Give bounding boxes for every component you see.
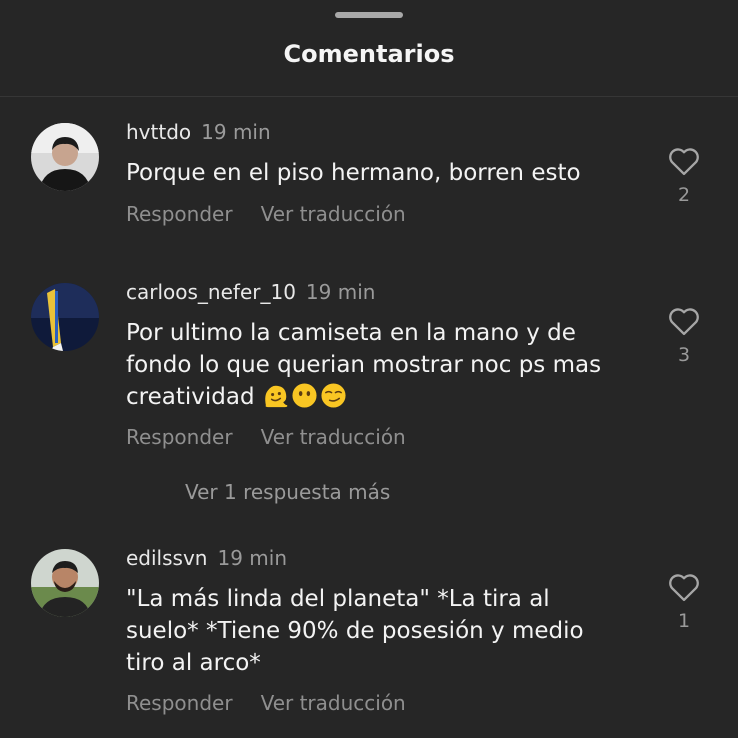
like-count: 3	[677, 344, 691, 366]
comment-time: 19 min	[201, 120, 271, 144]
comment-actions: Responder Ver traducción	[126, 202, 406, 226]
comment-meta: hvttdo 19 min	[126, 120, 271, 144]
reply-button[interactable]: Responder	[126, 425, 233, 449]
sheet-title: Comentarios	[283, 40, 455, 68]
avatar[interactable]	[31, 123, 99, 191]
comment-actions: Responder Ver traducción	[126, 425, 406, 449]
comment-text: Porque en el piso hermano, borren esto	[126, 160, 581, 186]
comment-username[interactable]: hvttdo	[126, 120, 191, 144]
heart-icon[interactable]	[667, 146, 701, 176]
comment-text: "La más linda del planeta" *La tira al s…	[126, 586, 584, 676]
reply-button[interactable]: Responder	[126, 202, 233, 226]
smirking-face-emoji	[321, 383, 346, 408]
like-count: 2	[677, 184, 691, 206]
like-control: 3	[664, 306, 704, 366]
heart-icon[interactable]	[667, 572, 701, 602]
comment-actions: Responder Ver traducción	[126, 691, 406, 715]
comment-text: Por ultimo la camiseta en la mano y de f…	[126, 317, 626, 413]
comment-username[interactable]: edilssvn	[126, 546, 207, 570]
comment-meta: carloos_nefer_10 19 min	[126, 280, 375, 304]
like-control: 2	[664, 146, 704, 206]
comment-username[interactable]: carloos_nefer_10	[126, 280, 296, 304]
see-translation-button[interactable]: Ver traducción	[261, 691, 406, 715]
see-translation-button[interactable]: Ver traducción	[261, 425, 406, 449]
avatar[interactable]	[31, 549, 99, 617]
see-translation-button[interactable]: Ver traducción	[261, 202, 406, 226]
view-more-replies-button[interactable]: Ver 1 respuesta más	[185, 480, 390, 504]
heart-icon[interactable]	[667, 306, 701, 336]
comment-meta: edilssvn 19 min	[126, 546, 287, 570]
melting-face-emoji	[265, 385, 288, 408]
header-divider	[0, 96, 738, 97]
comment-time: 19 min	[305, 280, 376, 304]
drag-handle[interactable]	[335, 12, 403, 18]
avatar[interactable]	[31, 283, 99, 351]
like-count: 1	[677, 610, 691, 632]
face-without-mouth-emoji	[292, 383, 317, 408]
comment-text-content: Por ultimo la camiseta en la mano y de f…	[126, 320, 602, 410]
like-control: 1	[664, 572, 704, 632]
comment-time: 19 min	[217, 546, 287, 570]
reply-button[interactable]: Responder	[126, 691, 233, 715]
